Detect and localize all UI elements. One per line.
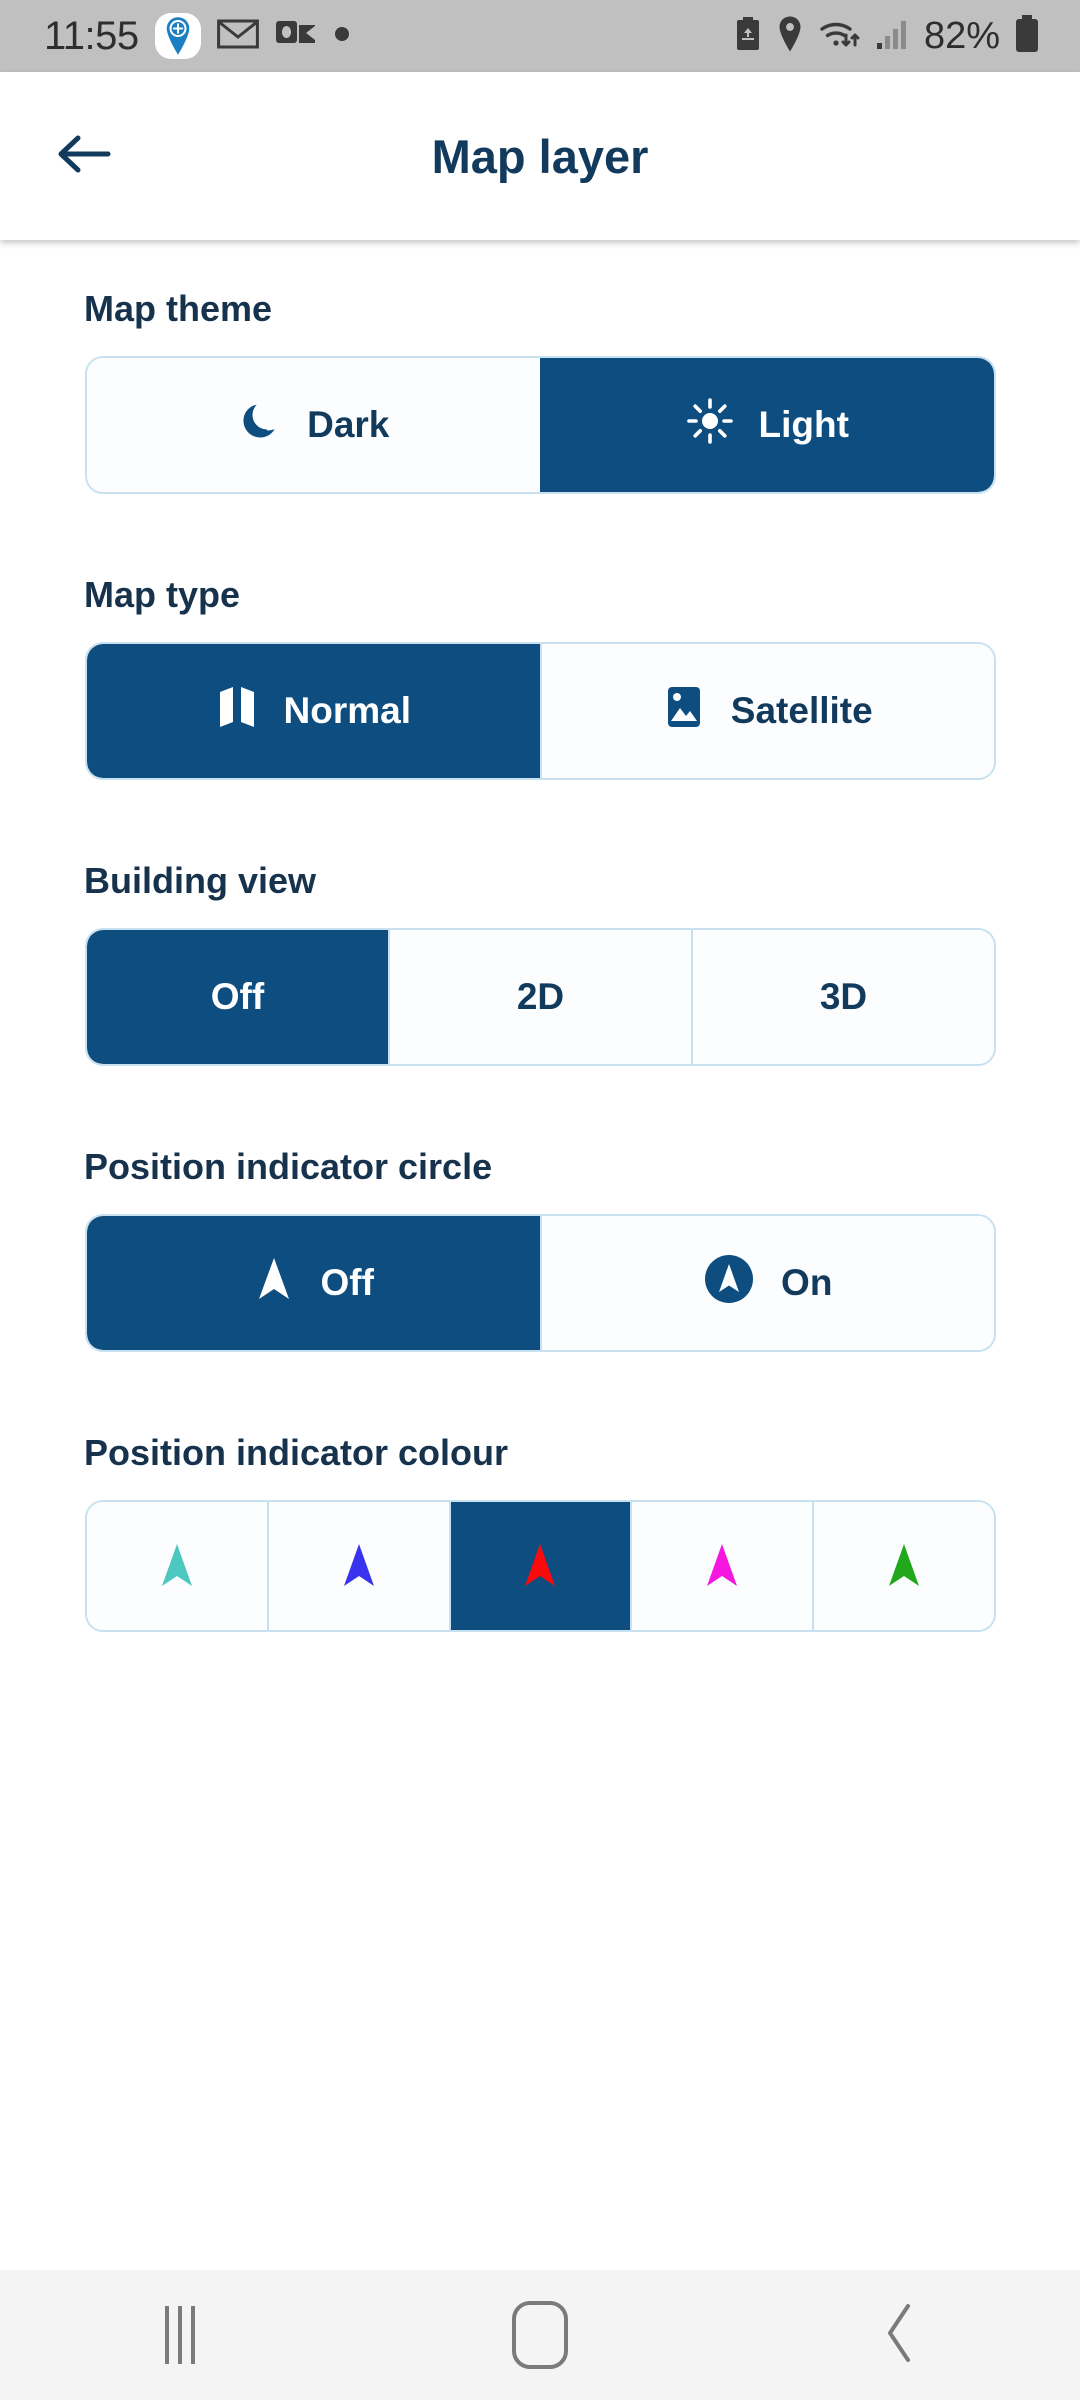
navigation-arrow-circle-icon [703,1253,755,1314]
navigation-arrow-icon [889,1544,920,1586]
map-theme-option-light[interactable]: Light [539,358,994,492]
status-bar: 11:55 82% [0,0,1080,72]
building-view-option-off[interactable]: Off [87,930,388,1064]
section-position-indicator-circle: Position indicator circle Off On [0,1146,1080,1352]
dot-icon [333,25,351,48]
colour-swatch-green[interactable] [812,1502,994,1630]
navigation-arrow-icon [343,1544,374,1586]
colour-swatch-red[interactable] [448,1502,631,1630]
position-indicator-circle-segmented-control: Off On [85,1214,996,1352]
building-view-label-3d: 3D [819,976,868,1017]
battery-saver-icon [734,16,762,57]
colour-swatch-blue[interactable] [266,1502,449,1630]
section-title-position-indicator-circle: Position indicator circle [84,1146,493,1187]
map-theme-label-dark: Dark [307,404,390,445]
mail-icon [216,18,259,55]
section-title-map-theme: Map theme [84,288,273,329]
back-button-nav[interactable] [820,2270,980,2400]
map-theme-label-light: Light [758,404,849,445]
map-type-label-normal: Normal [283,690,411,731]
position-indicator-circle-label-on: On [781,1262,833,1303]
navigation-arrow-icon [161,1544,192,1586]
signal-icon [876,18,910,55]
map-icon [216,684,258,739]
section-map-theme: Map theme Dark Light [0,288,1080,494]
recents-icon [165,2306,195,2364]
image-icon [663,684,705,739]
outlook-icon [275,17,317,56]
back-chevron-icon [880,2302,920,2369]
section-building-view: Building view Off 2D 3D [0,860,1080,1066]
map-theme-option-dark[interactable]: Dark [87,358,540,492]
section-title-position-indicator-colour: Position indicator colour [84,1432,509,1473]
home-button[interactable] [460,2270,620,2400]
page-title: Map layer [431,129,649,183]
building-view-option-2d[interactable]: 2D [388,930,691,1064]
map-theme-segmented-control: Dark Light [85,356,996,494]
section-position-indicator-colour: Position indicator colour [0,1432,1080,1632]
position-indicator-circle-label-off: Off [320,1262,374,1303]
building-view-option-3d[interactable]: 3D [691,930,994,1064]
app-bar: Map layer [0,72,1080,240]
sun-icon [686,397,733,453]
map-type-segmented-control: Normal Satellite [85,642,996,780]
navigation-arrow-icon [253,1255,295,1312]
position-indicator-circle-option-off[interactable]: Off [87,1216,540,1350]
building-view-label-2d: 2D [516,976,565,1017]
android-navigation-bar [0,2270,1080,2400]
status-bar-clock: 11:55 [44,13,139,58]
status-bar-left: 11:55 [44,13,351,59]
building-view-label-off: Off [210,976,265,1017]
section-map-type: Map type Normal Satellite [0,574,1080,780]
back-arrow-icon [56,130,112,183]
status-bar-right: 82% [734,14,1040,58]
map-type-option-satellite[interactable]: Satellite [539,644,994,778]
section-title-map-type: Map type [84,574,241,615]
battery-percent-label: 82% [923,14,1000,57]
back-button[interactable] [36,108,132,204]
navigation-arrow-icon [525,1544,556,1586]
navigation-arrow-icon [707,1544,738,1586]
recents-button[interactable] [100,2270,260,2400]
position-indicator-colour-picker [85,1500,996,1632]
colour-swatch-magenta[interactable] [630,1502,813,1630]
building-view-segmented-control: Off 2D 3D [85,928,996,1066]
wifi-icon [818,17,862,56]
battery-icon [1014,14,1040,58]
position-indicator-circle-option-on[interactable]: On [539,1216,994,1350]
section-title-building-view: Building view [84,860,317,901]
location-icon [776,16,804,57]
home-icon [512,2301,568,2369]
moon-icon [237,399,281,452]
map-type-option-normal[interactable]: Normal [87,644,540,778]
colour-swatch-turquoise[interactable] [87,1502,267,1630]
location-pin-add-icon [154,13,201,59]
settings-content: Map theme Dark Light Map type Normal Sat… [0,240,1080,2270]
map-type-label-satellite: Satellite [730,690,873,731]
